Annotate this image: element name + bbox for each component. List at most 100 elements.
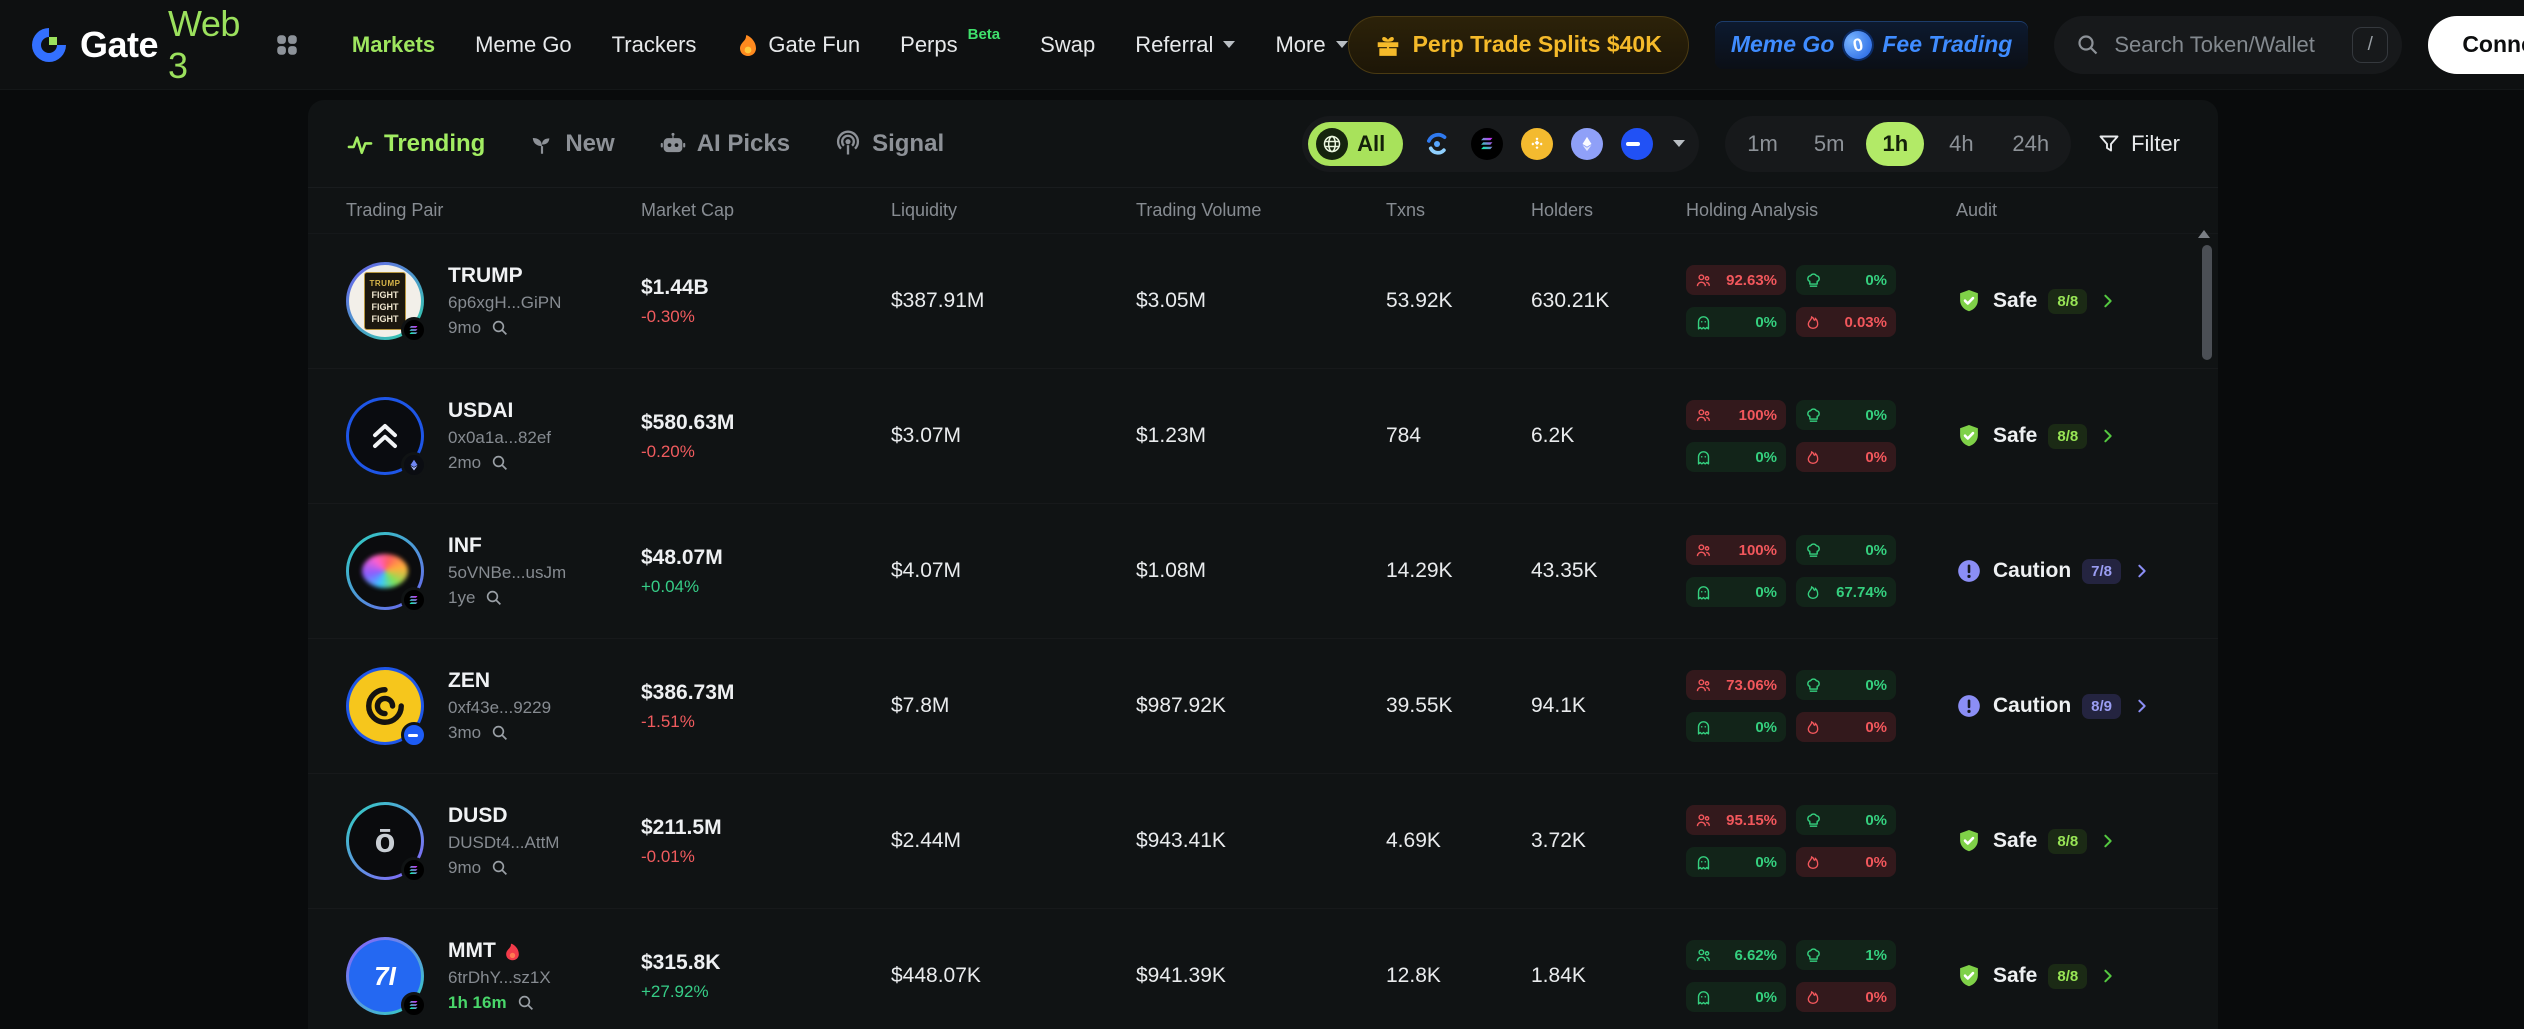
hot-flame-icon (503, 942, 522, 961)
nav-item-markets[interactable]: Markets (352, 32, 435, 58)
search-input[interactable]: Search Token/Wallet / (2054, 16, 2402, 74)
audit-score-badge: 8/8 (2048, 964, 2087, 989)
col-txns: Txns (1386, 200, 1531, 221)
table-row[interactable]: 7I MMT 6trDhY...sz1X 1h 16m (308, 909, 2218, 1029)
magnifier-icon[interactable] (485, 589, 503, 607)
top-nav: Gate Web 3 Markets Meme Go Trackers Gate… (0, 0, 2524, 90)
holding-badge: 0% (1796, 442, 1896, 472)
audit-cell[interactable]: Safe 8/8 (1956, 828, 2180, 854)
chevron-right-icon[interactable] (2100, 833, 2116, 849)
scrollbar-up-arrow[interactable] (2198, 230, 2210, 238)
magnifier-icon[interactable] (491, 859, 509, 877)
market-cap-change: -0.01% (641, 847, 891, 867)
audit-cell[interactable]: Safe 8/8 (1956, 288, 2180, 314)
chevron-right-icon[interactable] (2134, 563, 2150, 579)
holding-badge: 0% (1796, 400, 1896, 430)
magnifier-icon[interactable] (517, 994, 535, 1012)
market-cap-value: $48.07M (641, 546, 891, 570)
table-row[interactable]: INF 5oVNBe...usJm 1ye $48.07M +0.04% $4.… (308, 504, 2218, 639)
gate-logo[interactable]: Gate Web 3 (28, 3, 240, 87)
nav-item-referral[interactable]: Referral (1135, 32, 1235, 58)
timeframe-group: 1m 5m 1h 4h 24h (1725, 116, 2071, 172)
holding-badge: 6.62% (1686, 940, 1786, 970)
col-audit: Audit (1956, 200, 2180, 221)
token-address: 5oVNBe...usJm (448, 563, 566, 583)
token-avatar (346, 667, 424, 745)
nav-item-perps[interactable]: Perps Beta (900, 32, 1000, 58)
tab-trending[interactable]: Trending (346, 130, 485, 158)
chevron-down-icon[interactable] (1673, 140, 1685, 147)
nav-item-gate-fun[interactable]: Gate Fun (736, 32, 860, 58)
chains-icon[interactable] (1421, 128, 1453, 160)
token-avatar (346, 532, 424, 610)
connect-button[interactable]: Connect (2428, 16, 2524, 74)
token-address: DUSDt4...AttM (448, 833, 559, 853)
pair-cell: USDAI 0x0a1a...82ef 2mo (346, 397, 641, 475)
perp-trade-splits-banner[interactable]: Perp Trade Splits $40K (1348, 16, 1689, 74)
filter-button[interactable]: Filter (2097, 131, 2180, 157)
chain-badge-icon (401, 722, 427, 748)
holders-value: 1.84K (1531, 964, 1686, 988)
table-row[interactable]: ZEN 0xf43e...9229 3mo $386.73M -1.51% $7… (308, 639, 2218, 774)
token-symbol: ZEN (448, 669, 490, 693)
table-row[interactable]: ō DUSD DUSDt4...AttM 9mo (308, 774, 2218, 909)
timeframe-1m[interactable]: 1m (1733, 122, 1792, 166)
chain-badge-icon (401, 587, 427, 613)
nav-item-more[interactable]: More (1275, 32, 1347, 58)
chain-badge-icon (401, 992, 427, 1018)
volume-value: $987.92K (1136, 694, 1386, 718)
market-cap-change: -0.20% (641, 442, 891, 462)
audit-status-icon (1956, 558, 1982, 584)
nav-item-meme-go[interactable]: Meme Go (475, 32, 572, 58)
col-market-cap: Market Cap (641, 200, 891, 221)
audit-cell[interactable]: Safe 8/8 (1956, 963, 2180, 989)
magnifier-icon[interactable] (491, 724, 509, 742)
timeframe-1h[interactable]: 1h (1866, 122, 1924, 166)
token-symbol: TRUMP (448, 264, 523, 288)
magnifier-icon[interactable] (491, 319, 509, 337)
pair-info: ZEN 0xf43e...9229 3mo (448, 669, 551, 743)
nav-menu: Markets Meme Go Trackers Gate Fun Perps … (352, 32, 1348, 58)
meme-go-fee-trading-banner[interactable]: Meme Go 0 Fee Trading (1715, 21, 2028, 69)
col-trading-volume: Trading Volume (1136, 200, 1386, 221)
table-row[interactable]: USDAI 0x0a1a...82ef 2mo $580.63M -0.20% … (308, 369, 2218, 504)
chevron-right-icon[interactable] (2100, 968, 2116, 984)
tab-ai-picks[interactable]: AI Picks (659, 130, 790, 158)
nav-item-trackers[interactable]: Trackers (612, 32, 697, 58)
timeframe-4h[interactable]: 4h (1932, 122, 1990, 166)
chain-filter-all[interactable]: All (1308, 122, 1403, 166)
apps-grid-icon[interactable] (274, 32, 300, 58)
tab-signal[interactable]: Signal (834, 130, 944, 158)
audit-cell[interactable]: Caution 8/9 (1956, 693, 2180, 719)
token-avatar: 7I (346, 937, 424, 1015)
audit-cell[interactable]: Caution 7/8 (1956, 558, 2180, 584)
audit-status-icon (1956, 423, 1982, 449)
audit-score-badge: 8/8 (2048, 829, 2087, 854)
chevron-right-icon[interactable] (2100, 293, 2116, 309)
tab-new[interactable]: New (529, 130, 614, 158)
txns-value: 4.69K (1386, 829, 1531, 853)
solana-icon[interactable] (1471, 128, 1503, 160)
timeframe-5m[interactable]: 5m (1800, 122, 1859, 166)
table-row[interactable]: TRUMPFIGHTFIGHTFIGHT TRUMP 6p6xgH...GiPN… (308, 234, 2218, 369)
bnb-icon[interactable] (1521, 128, 1553, 160)
token-age: 2mo (448, 453, 481, 473)
audit-status-icon (1956, 693, 1982, 719)
token-age: 9mo (448, 858, 481, 878)
base-icon[interactable] (1621, 128, 1653, 160)
ethereum-icon[interactable] (1571, 128, 1603, 160)
chevron-right-icon[interactable] (2134, 698, 2150, 714)
holders-value: 630.21K (1531, 289, 1686, 313)
nav-item-swap[interactable]: Swap (1040, 32, 1095, 58)
magnifier-icon[interactable] (491, 454, 509, 472)
scrollbar-thumb[interactable] (2202, 245, 2212, 360)
timeframe-24h[interactable]: 24h (1998, 122, 2063, 166)
audit-cell[interactable]: Safe 8/8 (1956, 423, 2180, 449)
token-symbol: MMT (448, 939, 496, 963)
chevron-right-icon[interactable] (2100, 428, 2116, 444)
market-cap-cell: $315.8K +27.92% (641, 951, 891, 1002)
col-holders: Holders (1531, 200, 1686, 221)
holding-analysis-cell: 95.15% 0% 0% 0% (1686, 805, 1956, 877)
robot-icon (659, 130, 687, 158)
holding-analysis-cell: 6.62% 1% 0% 0% (1686, 940, 1956, 1012)
